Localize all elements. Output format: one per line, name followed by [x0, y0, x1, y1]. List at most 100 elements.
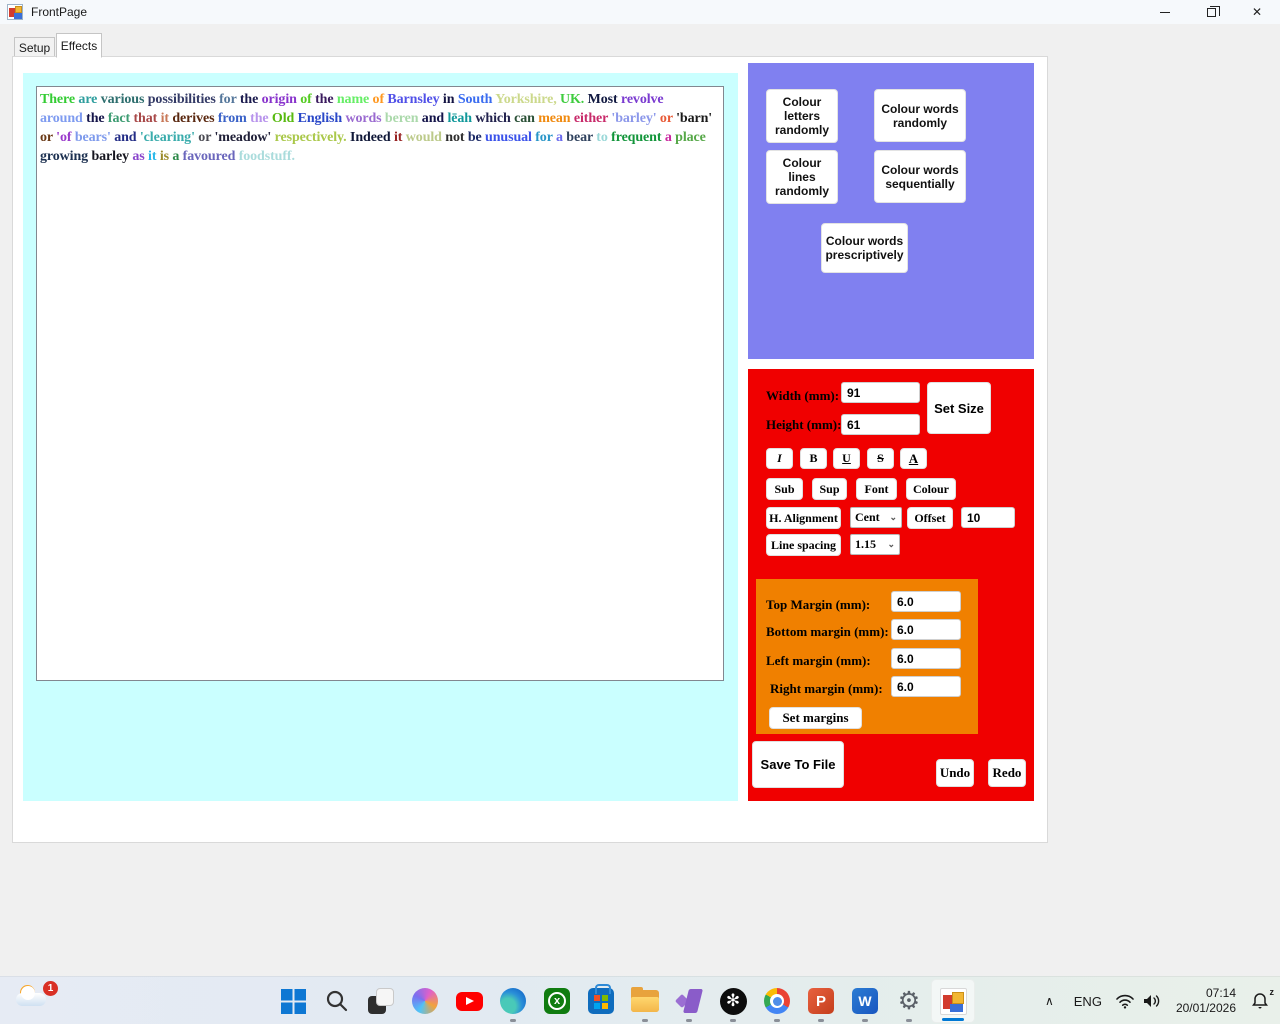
- word: revolve: [621, 92, 664, 107]
- word: respectively.: [275, 130, 347, 145]
- powerpoint-button[interactable]: P: [799, 979, 843, 1023]
- word: or: [198, 130, 211, 145]
- alignment-select[interactable]: Cent ⌄: [850, 507, 902, 528]
- height-input[interactable]: [841, 414, 920, 435]
- xbox-button[interactable]: x: [535, 979, 579, 1023]
- volume-icon[interactable]: [1142, 991, 1164, 1011]
- font-style-a-button[interactable]: A: [900, 448, 927, 469]
- word: as: [132, 149, 144, 164]
- wifi-icon[interactable]: [1114, 991, 1136, 1011]
- tab-strip: Setup Effects: [0, 24, 1280, 57]
- word: possibilities: [148, 92, 216, 107]
- colour-letters-randomly-button[interactable]: Colour letters randomly: [766, 89, 838, 143]
- underline-button[interactable]: U: [833, 448, 860, 469]
- editor-panel: There are various possibilities for the …: [23, 73, 738, 801]
- colour-words-prescriptively-button[interactable]: Colour words prescriptively: [821, 223, 908, 273]
- frontpage-app-button[interactable]: [931, 979, 975, 1023]
- word: it: [161, 111, 169, 126]
- window-title: FrontPage: [31, 5, 87, 19]
- left-margin-label: Left margin (mm):: [766, 653, 871, 669]
- word: not: [445, 130, 464, 145]
- tab-setup[interactable]: Setup: [14, 37, 55, 58]
- chatgpt-button[interactable]: ✻: [711, 979, 755, 1023]
- set-margins-button[interactable]: Set margins: [769, 707, 862, 729]
- colour-button[interactable]: Colour: [906, 478, 956, 500]
- word: and: [422, 111, 444, 126]
- word: bear: [566, 130, 593, 145]
- word: it: [148, 149, 156, 164]
- search-button[interactable]: [315, 979, 359, 1023]
- word: 'clearing': [140, 130, 195, 145]
- copilot-button[interactable]: [403, 979, 447, 1023]
- format-panel: Width (mm): Set Size Height (mm): I B U …: [748, 369, 1034, 801]
- line-spacing-button[interactable]: Line spacing: [766, 534, 841, 556]
- sleep-z-glyph: z: [1270, 987, 1275, 997]
- start-button[interactable]: [271, 979, 315, 1023]
- alignment-value: Cent: [855, 510, 880, 525]
- task-view-icon: [368, 988, 394, 1014]
- font-button[interactable]: Font: [856, 478, 897, 500]
- word: favoured: [183, 149, 236, 164]
- superscript-button[interactable]: Sup: [812, 478, 847, 500]
- subscript-button[interactable]: Sub: [766, 478, 803, 500]
- colour-words-randomly-button[interactable]: Colour words randomly: [874, 89, 966, 142]
- word: foodstuff.: [239, 149, 295, 164]
- chevron-down-icon: ⌄: [887, 539, 895, 550]
- redo-button[interactable]: Redo: [988, 759, 1026, 787]
- do-not-disturb-bell-icon[interactable]: z: [1248, 989, 1272, 1013]
- h-alignment-button[interactable]: H. Alignment: [766, 507, 841, 529]
- bottom-margin-label: Bottom margin (mm):: [766, 624, 889, 640]
- word: either: [574, 111, 608, 126]
- word: for: [219, 92, 236, 107]
- save-to-file-button[interactable]: Save To File: [752, 741, 844, 788]
- task-view-button[interactable]: [359, 979, 403, 1023]
- line-spacing-select[interactable]: 1.15 ⌄: [850, 534, 900, 555]
- colour-words-sequentially-button[interactable]: Colour words sequentially: [874, 150, 966, 203]
- word: is: [160, 149, 169, 164]
- bottom-margin-input[interactable]: [891, 619, 961, 640]
- left-margin-input[interactable]: [891, 648, 961, 669]
- word: from: [218, 111, 247, 126]
- language-indicator[interactable]: ENG: [1068, 994, 1108, 1009]
- visual-studio-button[interactable]: [667, 979, 711, 1023]
- tab-effects[interactable]: Effects: [56, 33, 102, 58]
- word: that: [133, 111, 157, 126]
- close-button[interactable]: ✕: [1234, 0, 1280, 24]
- word: would: [406, 130, 442, 145]
- colour-lines-randomly-button[interactable]: Colour lines randomly: [766, 150, 838, 204]
- cloud-icon: [16, 993, 46, 1006]
- word: in: [443, 92, 454, 107]
- chevron-down-icon: ⌄: [889, 512, 897, 523]
- file-explorer-button[interactable]: [623, 979, 667, 1023]
- word: words: [345, 111, 381, 126]
- right-margin-input[interactable]: [891, 676, 961, 697]
- weather-widget-button[interactable]: 1: [14, 981, 60, 1021]
- italic-button[interactable]: I: [766, 448, 793, 469]
- youtube-button[interactable]: [447, 979, 491, 1023]
- word: UK.: [560, 92, 584, 107]
- width-input[interactable]: [841, 382, 920, 403]
- top-margin-input[interactable]: [891, 591, 961, 612]
- restore-button[interactable]: [1188, 0, 1234, 24]
- close-icon: ✕: [1252, 5, 1262, 19]
- word: There: [40, 92, 75, 107]
- offset-input[interactable]: [961, 507, 1015, 528]
- powerpoint-icon: P: [808, 988, 834, 1014]
- microsoft-store-button[interactable]: [579, 979, 623, 1023]
- word: for: [535, 130, 552, 145]
- strikethrough-button[interactable]: S: [867, 448, 894, 469]
- chrome-button[interactable]: [755, 979, 799, 1023]
- offset-button[interactable]: Offset: [907, 507, 953, 529]
- clock[interactable]: 07:14 20/01/2026: [1170, 986, 1242, 1016]
- set-size-button[interactable]: Set Size: [927, 382, 991, 434]
- bold-button[interactable]: B: [800, 448, 827, 469]
- rich-text-area[interactable]: There are various possibilities for the …: [36, 86, 724, 681]
- tray-chevron-up-icon[interactable]: ∧: [1037, 994, 1062, 1008]
- tray-date: 20/01/2026: [1176, 1001, 1236, 1016]
- minimize-button[interactable]: [1142, 0, 1188, 24]
- undo-button[interactable]: Undo: [936, 759, 974, 787]
- edge-button[interactable]: [491, 979, 535, 1023]
- effects-panel: Colour letters randomly Colour words ran…: [748, 63, 1034, 359]
- settings-button[interactable]: ⚙: [887, 979, 931, 1023]
- word-button[interactable]: W: [843, 979, 887, 1023]
